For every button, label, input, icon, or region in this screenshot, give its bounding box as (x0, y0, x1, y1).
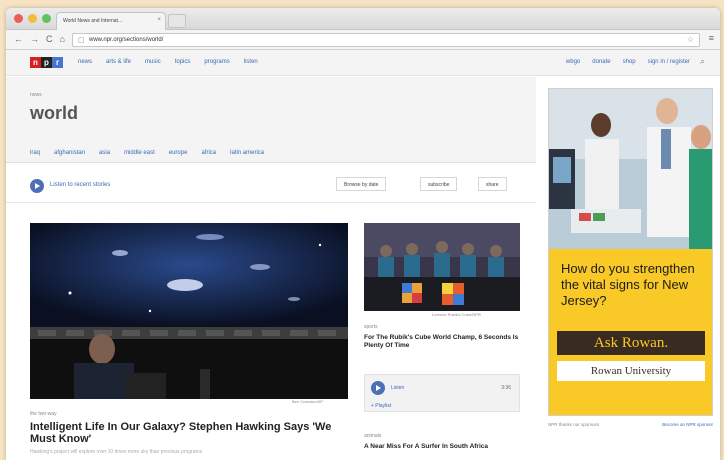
ad-headline: How do you strengthen the vital signs fo… (561, 261, 695, 308)
maximize-window-button[interactable] (42, 14, 51, 23)
share-button[interactable]: share (478, 177, 507, 191)
subnav-middle-east[interactable]: middle east (124, 150, 155, 156)
logo-r: r (52, 57, 63, 68)
ask-rowan-button[interactable]: Ask Rowan. (557, 331, 705, 355)
page-title: world (30, 103, 78, 123)
url-text: www.npr.org/sections/world/ (89, 37, 164, 43)
audio-player: Listen 3:36 + Playlist (364, 374, 520, 412)
search-icon[interactable]: ⌕ (700, 56, 714, 70)
subnav-afghanistan[interactable]: afghanistan (54, 150, 85, 156)
utility-nav: wbgo donate shop sign in / register (566, 59, 690, 65)
browser-window: World News and Internat... × ← → C ⌂ ▢ w… (6, 8, 720, 460)
section-kicker[interactable]: news (30, 92, 42, 98)
rowan-ad[interactable]: How do you strengthen the vital signs fo… (548, 88, 713, 416)
npr-logo[interactable]: n p r (30, 57, 63, 68)
subnav-asia[interactable]: asia (99, 150, 110, 156)
side-story2-title[interactable]: A Near Miss For A Surfer In South Africa (364, 443, 520, 451)
listen-recent-link[interactable]: Listen to recent stories (50, 182, 110, 188)
close-window-button[interactable] (14, 14, 23, 23)
sponsor-thanks: NPR thanks our sponsors (548, 422, 600, 427)
audio-duration: 3:36 (501, 385, 511, 391)
rowan-logo: Rowan University (557, 361, 705, 381)
play-icon[interactable] (371, 381, 385, 395)
subscribe-button[interactable]: subscribe (420, 177, 458, 191)
forward-icon[interactable]: → (30, 34, 39, 44)
hero-story-teaser: Hawking's project will explore over 10 t… (30, 449, 203, 455)
subnav-europe[interactable]: europe (169, 150, 188, 156)
nav-music[interactable]: music (145, 59, 161, 65)
home-icon[interactable]: ⌂ (60, 34, 65, 44)
nav-buttons: ← → C ⌂ (14, 34, 65, 44)
listen-button[interactable]: Listen (391, 385, 404, 391)
play-icon[interactable] (30, 179, 44, 193)
hero-image[interactable] (30, 223, 348, 399)
ad-body: How do you strengthen the vital signs fo… (549, 249, 712, 415)
subnav-latin-america[interactable]: latin america (230, 150, 264, 156)
page-icon: ▢ (78, 37, 85, 44)
section-subnav: iraq afghanistan asia middle east europe… (30, 150, 264, 156)
browse-by-date-button[interactable]: Browse by date (336, 177, 387, 191)
new-tab-button[interactable] (168, 14, 186, 28)
hero-photo-credit: Ben Cranston/AP (292, 399, 323, 404)
rubiks-photo (364, 223, 520, 311)
npr-header: n p r news arts & life music topics prog… (6, 50, 720, 76)
hero-story-kicker[interactable]: the two-way (30, 411, 57, 417)
add-to-playlist-button[interactable]: + Playlist (371, 403, 391, 409)
side-story-title[interactable]: For The Rubik's Cube World Champ, 6 Seco… (364, 334, 520, 350)
reload-icon[interactable]: C (46, 34, 53, 44)
ad-doctors-photo (549, 89, 712, 249)
nav-news[interactable]: news (78, 59, 92, 65)
browser-tab[interactable]: World News and Internat... × (56, 12, 166, 30)
station-link[interactable]: wbgo (566, 59, 580, 65)
minimize-window-button[interactable] (28, 14, 37, 23)
hero-story-title[interactable]: Intelligent Life In Our Galaxy? Stephen … (30, 421, 348, 445)
side-story-kicker[interactable]: sports (364, 324, 378, 330)
ad-footer: NPR thanks our sponsors Become an NPR sp… (548, 422, 713, 427)
side-story-image[interactable] (364, 223, 520, 311)
subnav-iraq[interactable]: iraq (30, 150, 40, 156)
logo-p: p (41, 57, 52, 68)
shop-link[interactable]: shop (623, 59, 636, 65)
section-header: news world iraq afghanistan asia middle … (6, 77, 536, 163)
donate-link[interactable]: donate (592, 59, 610, 65)
sign-in-link[interactable]: sign in / register (648, 59, 690, 65)
main-nav: news arts & life music topics programs l… (78, 59, 258, 65)
nav-listen[interactable]: listen (244, 59, 258, 65)
tab-title: World News and Internat... (63, 18, 123, 24)
hero-photo (30, 223, 348, 399)
nav-arts-life[interactable]: arts & life (106, 59, 131, 65)
menu-icon[interactable]: ≡ (709, 33, 714, 43)
back-icon[interactable]: ← (14, 34, 23, 44)
title-bar: World News and Internat... × (6, 8, 720, 30)
bookmark-star-icon[interactable]: ☆ (687, 35, 694, 44)
become-sponsor-link[interactable]: Become an NPR sponsor (662, 422, 713, 427)
action-row: Listen to recent stories Browse by date … (6, 163, 536, 203)
address-bar[interactable]: ▢ www.npr.org/sections/world/ ☆ (72, 33, 700, 47)
subnav-africa[interactable]: africa (201, 150, 216, 156)
nav-programs[interactable]: programs (204, 59, 229, 65)
side-story2-kicker[interactable]: animals (364, 433, 381, 439)
browser-toolbar: ← → C ⌂ ▢ www.npr.org/sections/world/ ☆ … (6, 30, 720, 50)
sidebar: How do you strengthen the vital signs fo… (536, 77, 720, 460)
window-controls (14, 14, 51, 23)
ad-photo (549, 89, 712, 249)
side-photo-credit: Lorenzo Rubik's Cube/NPR (432, 312, 481, 317)
nav-topics[interactable]: topics (175, 59, 191, 65)
close-icon[interactable]: × (157, 17, 161, 23)
logo-n: n (30, 57, 41, 68)
